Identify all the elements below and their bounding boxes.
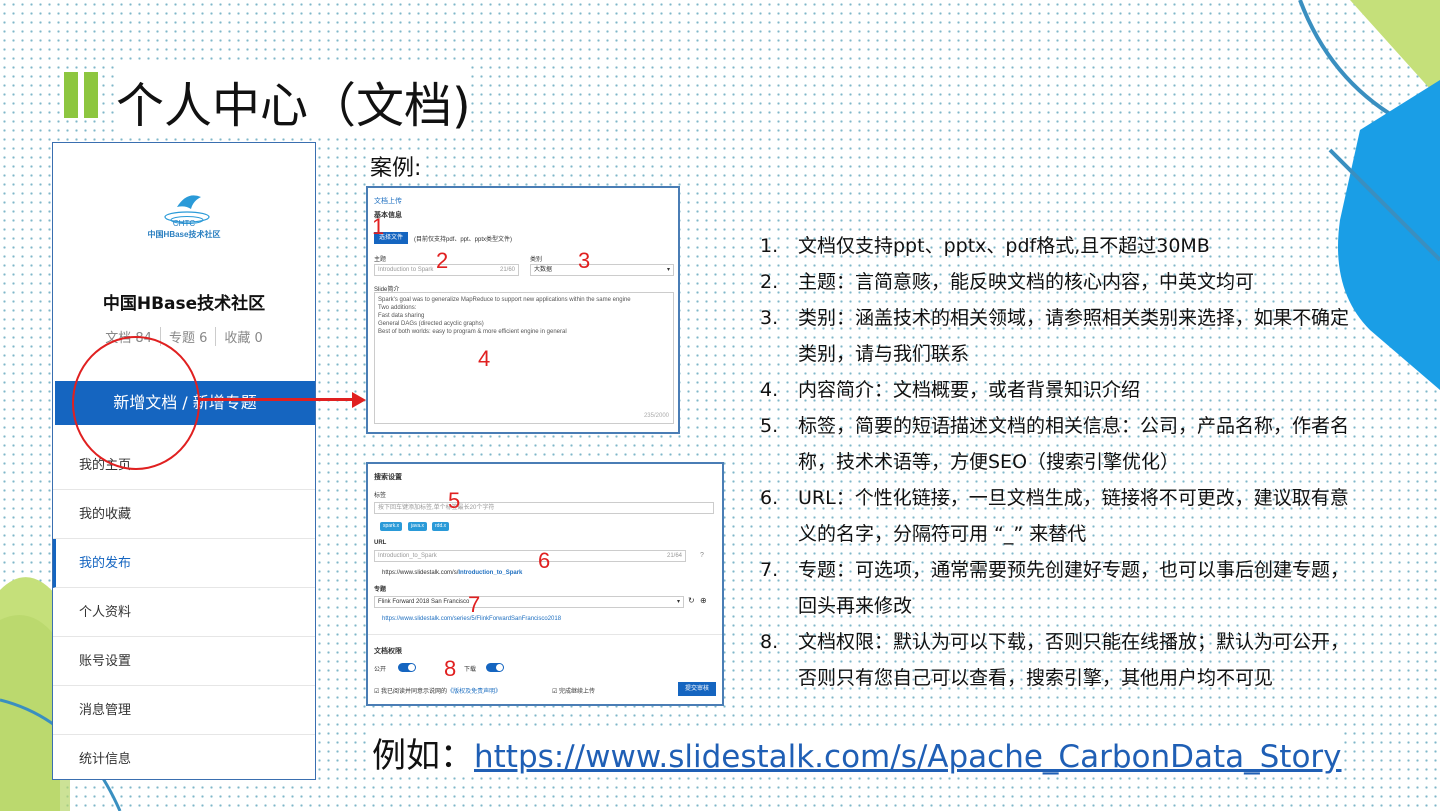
sidebar-item-profile[interactable]: 个人资料 — [53, 588, 315, 637]
title-accent-bar — [84, 72, 98, 118]
search-settings-screenshot: 搜索设置 标签 按下回车键添加标签,单个标签最长20个字符 spark.x ja… — [366, 462, 724, 706]
pointer-arrow — [198, 398, 358, 401]
permission-heading: 文档权限 — [374, 648, 402, 655]
url-input[interactable]: Introduction_to_Spark 21/64 — [374, 550, 686, 562]
title-accent-bar — [64, 72, 78, 118]
sidebar-item-publish[interactable]: 我的发布 — [53, 539, 315, 588]
marker-4: 4 — [478, 346, 491, 371]
site-name: 中国HBase技术社区 — [102, 294, 266, 314]
example-label: 案例: — [370, 150, 422, 182]
sidebar-item-favorites[interactable]: 我的收藏 — [53, 490, 315, 539]
list-item: 2. 主题：言简意赅，能反映文档的核心内容，中英文均可 — [760, 271, 1255, 293]
subject-label: 主题 — [374, 257, 387, 263]
topic-select[interactable]: Flink Forward 2018 San Francisco ▾ — [374, 596, 684, 608]
list-item: 4. 内容简介：文档概要，或者背景知识介绍 — [760, 379, 1141, 401]
search-heading: 搜索设置 — [374, 474, 402, 481]
tag-chip[interactable]: spark.x — [380, 522, 403, 531]
page-title: 个人中心（文档) — [116, 66, 471, 136]
marker-5: 5 — [448, 488, 461, 513]
logo-subtext: 中国HBase技术社区 — [147, 230, 221, 239]
download-toggle[interactable] — [486, 663, 504, 672]
continue-upload-checkbox[interactable]: ☑ 完成继续上传 — [552, 686, 595, 695]
add-icon[interactable]: ⊕ — [700, 596, 707, 605]
url-preview: https://www.slidestalk.com/s/Introductio… — [382, 570, 523, 576]
help-icon[interactable]: ? — [700, 552, 704, 559]
refresh-icon[interactable]: ↻ — [688, 596, 695, 605]
stat-topics[interactable]: 专题 6 — [161, 327, 217, 346]
list-item: 5. 标签，简要的短语描述文档的相关信息：公司，产品名称，作者名称，技术术语等，方… — [760, 415, 1350, 473]
notes-list: 1. 文档仅支持ppt、pptx、pdf格式,且不超过30MB 2. 主题：言简意赅… — [760, 228, 1350, 696]
list-item: 3. 类别：涵盖技术的相关领域，请参照相关类别来选择，如果不确定类别，请与我们联系 — [760, 307, 1350, 365]
marker-8: 8 — [444, 656, 457, 681]
intro-textarea[interactable]: Spark's goal was to generalize MapReduce… — [374, 292, 674, 424]
example-link[interactable]: https://www.slidestalk.com/s/Apache_Carb… — [474, 739, 1342, 775]
user-stats: 文档 84 专题 6 收藏 0 — [53, 327, 315, 346]
sidebar: CHTC 中国HBase技术社区 中国HBase技术社区 文档 84 专题 6 收藏… — [52, 142, 316, 780]
public-label: 公开 — [374, 667, 387, 673]
marker-7: 7 — [468, 592, 481, 617]
sidebar-item-account[interactable]: 账号设置 — [53, 637, 315, 686]
agree-checkbox[interactable]: ☑ 我已阅读并同意示说网的《版权及免责声明》 — [374, 686, 501, 695]
marker-2: 2 — [436, 248, 449, 273]
stat-favorites[interactable]: 收藏 0 — [216, 327, 270, 346]
chevron-down-icon: ▾ — [666, 267, 670, 273]
category-label: 类别 — [530, 257, 543, 263]
public-toggle[interactable] — [398, 663, 416, 672]
list-item: 1. 文档仅支持ppt、pptx、pdf格式,且不超过30MB — [760, 235, 1210, 257]
sidebar-item-stats[interactable]: 统计信息 — [53, 735, 315, 779]
list-item: 8. 文档权限：默认为可以下载，否则只能在线播放；默认为可公开，否则只有您自己可以… — [760, 631, 1350, 689]
marker-1: 1 — [372, 214, 385, 239]
marker-3: 3 — [578, 248, 591, 273]
example-prefix: 例如： — [372, 736, 474, 776]
tags-input[interactable]: 按下回车键添加标签,单个标签最长20个字符 — [374, 502, 714, 514]
highlight-circle — [72, 336, 200, 470]
upload-heading: 文档上传 — [374, 198, 402, 205]
tags-label: 标签 — [374, 493, 387, 499]
logo-text: CHTC — [172, 219, 196, 228]
download-label: 下载 — [464, 667, 477, 673]
tag-chip[interactable]: rdd.x — [432, 522, 450, 531]
category-select[interactable]: 大数据 ▾ — [530, 264, 674, 276]
list-item: 6. URL：个性化链接，一旦文档生成，链接将不可更改，建议取有意义的名字，分隔符… — [760, 487, 1349, 545]
topic-label: 专题 — [374, 587, 387, 593]
submit-button[interactable]: 提交审核 — [678, 682, 716, 696]
upload-form-screenshot: 文档上传 基本信息 选择文件 (目前仅支持pdf、ppt、pptx类型文件) 主… — [366, 186, 680, 434]
example-footer: 例如：https://www.slidestalk.com/s/Apache_C… — [372, 728, 1342, 777]
chevron-down-icon: ▾ — [676, 599, 680, 605]
url-label: URL — [374, 540, 387, 546]
sidebar-nav: 我的主页 我的收藏 我的发布 个人资料 账号设置 消息管理 统计信息 — [53, 441, 315, 779]
tag-chip[interactable]: java.x — [408, 522, 428, 531]
list-item: 7. 专题：可选项，通常需要预先创建好专题，也可以事后创建专题，回头再来修改 — [760, 559, 1350, 617]
file-hint: (目前仅支持pdf、ppt、pptx类型文件) — [414, 237, 513, 243]
arrow-head-icon — [352, 392, 366, 408]
marker-6: 6 — [538, 548, 551, 573]
sidebar-item-messages[interactable]: 消息管理 — [53, 686, 315, 735]
